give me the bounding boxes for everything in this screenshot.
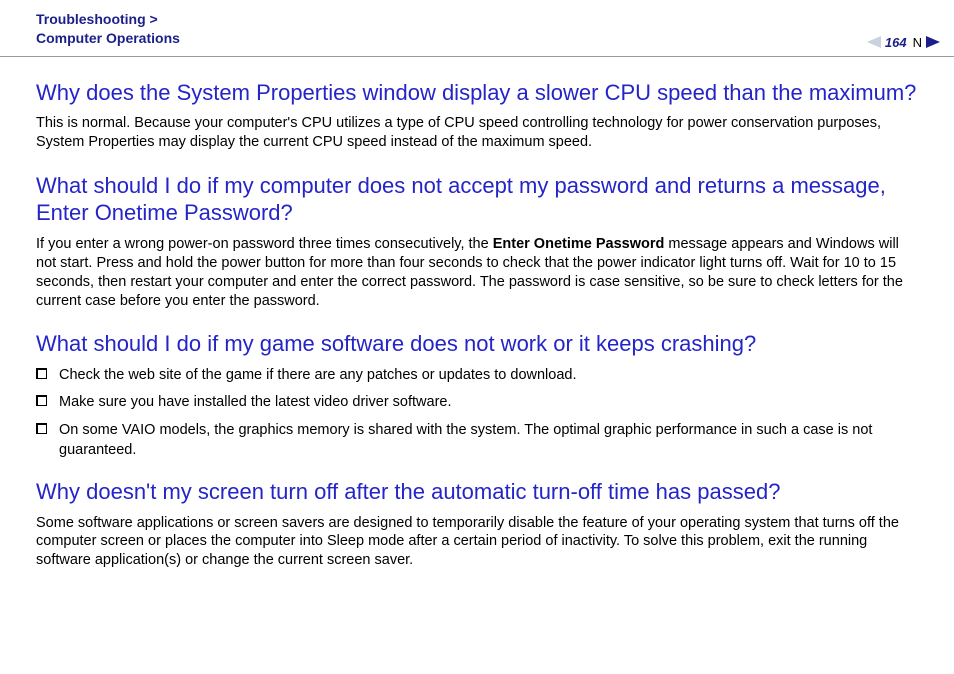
prev-page-icon[interactable]: [867, 36, 881, 48]
breadcrumb[interactable]: Troubleshooting > Computer Operations: [36, 10, 918, 48]
list-item: On some VAIO models, the graphics memory…: [36, 421, 918, 460]
page-header: Troubleshooting > Computer Operations 16…: [0, 0, 954, 57]
bullet-icon: [36, 423, 47, 434]
question-1-body: This is normal. Because your computer's …: [36, 114, 918, 152]
question-3-bullets: Check the web site of the game if there …: [36, 366, 918, 460]
list-item: Make sure you have installed the latest …: [36, 393, 918, 413]
breadcrumb-line-2: Computer Operations: [36, 30, 180, 46]
bullet-icon: [36, 368, 47, 379]
list-item: Check the web site of the game if there …: [36, 366, 918, 386]
bullet-icon: [36, 395, 47, 406]
page-n-label: N: [911, 35, 922, 50]
page-number: 164: [885, 35, 907, 50]
page-content: Why does the System Properties window di…: [0, 57, 954, 600]
next-page-icon[interactable]: [926, 36, 940, 48]
question-1-heading: Why does the System Properties window di…: [36, 79, 918, 107]
question-3-heading: What should I do if my game software doe…: [36, 330, 918, 358]
breadcrumb-line-1: Troubleshooting >: [36, 11, 158, 27]
bullet-text: On some VAIO models, the graphics memory…: [59, 421, 918, 460]
bullet-text: Make sure you have installed the latest …: [59, 393, 452, 413]
q2-body-pre: If you enter a wrong power-on password t…: [36, 236, 493, 252]
q2-body-bold: Enter Onetime Password: [493, 236, 665, 252]
question-4-heading: Why doesn't my screen turn off after the…: [36, 478, 918, 506]
question-2-heading: What should I do if my computer does not…: [36, 172, 918, 227]
question-2-body: If you enter a wrong power-on password t…: [36, 235, 918, 310]
question-4-body: Some software applications or screen sav…: [36, 514, 918, 571]
page-number-nav: 164 N: [867, 35, 940, 50]
bullet-text: Check the web site of the game if there …: [59, 366, 576, 386]
